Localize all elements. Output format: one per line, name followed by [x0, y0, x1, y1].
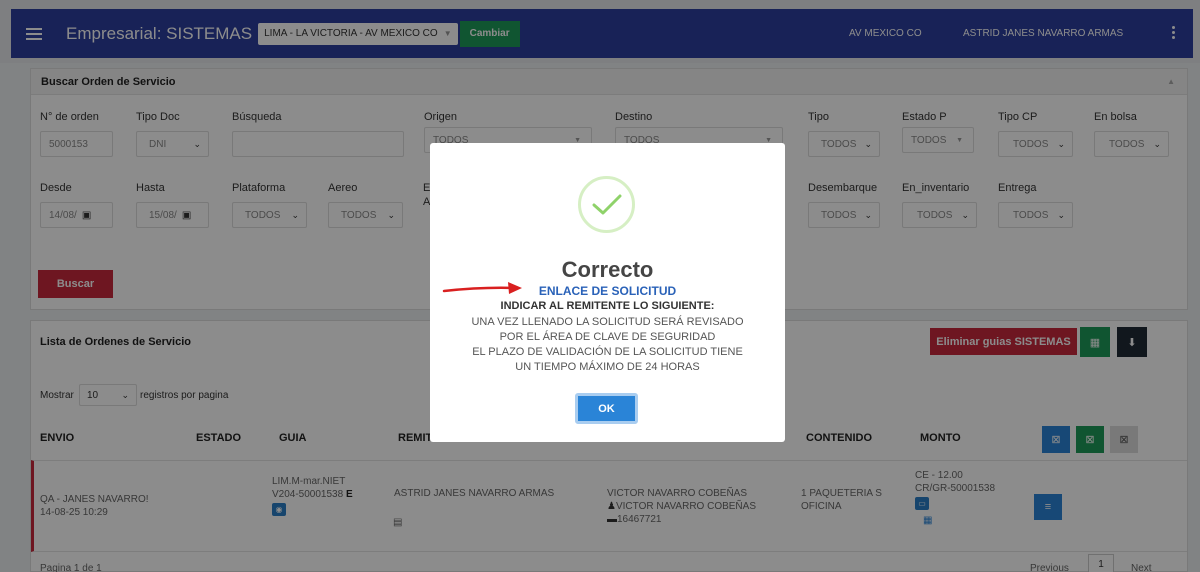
modal-line: UNA VEZ LLENADO LA SOLICITUD SERÁ REVISA… — [471, 316, 744, 328]
ok-button[interactable]: OK — [575, 393, 638, 424]
arrow-icon — [442, 282, 522, 294]
modal-line: EL PLAZO DE VALIDACIÓN DE LA SOLICITUD T… — [472, 346, 743, 358]
modal-subtitle: INDICAR AL REMITENTE LO SIGUIENTE: — [500, 300, 715, 312]
modal-line: UN TIEMPO MÁXIMO DE 24 HORAS — [515, 361, 700, 373]
modal-line: POR EL ÁREA DE CLAVE DE SEGURIDAD — [499, 331, 716, 343]
check-icon — [592, 194, 622, 215]
